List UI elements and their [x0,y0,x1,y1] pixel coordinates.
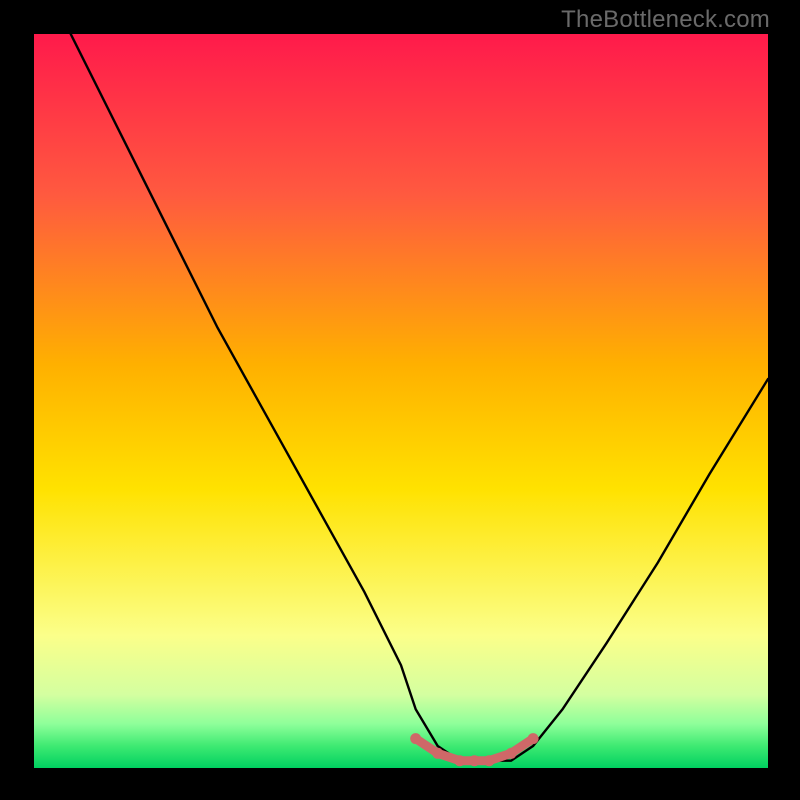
chart-svg [34,34,768,768]
bottleneck-curve [71,34,768,761]
chart-frame: TheBottleneck.com [0,0,800,800]
valley-highlight [410,733,538,766]
plot-area [34,34,768,768]
watermark-text: TheBottleneck.com [561,6,770,34]
